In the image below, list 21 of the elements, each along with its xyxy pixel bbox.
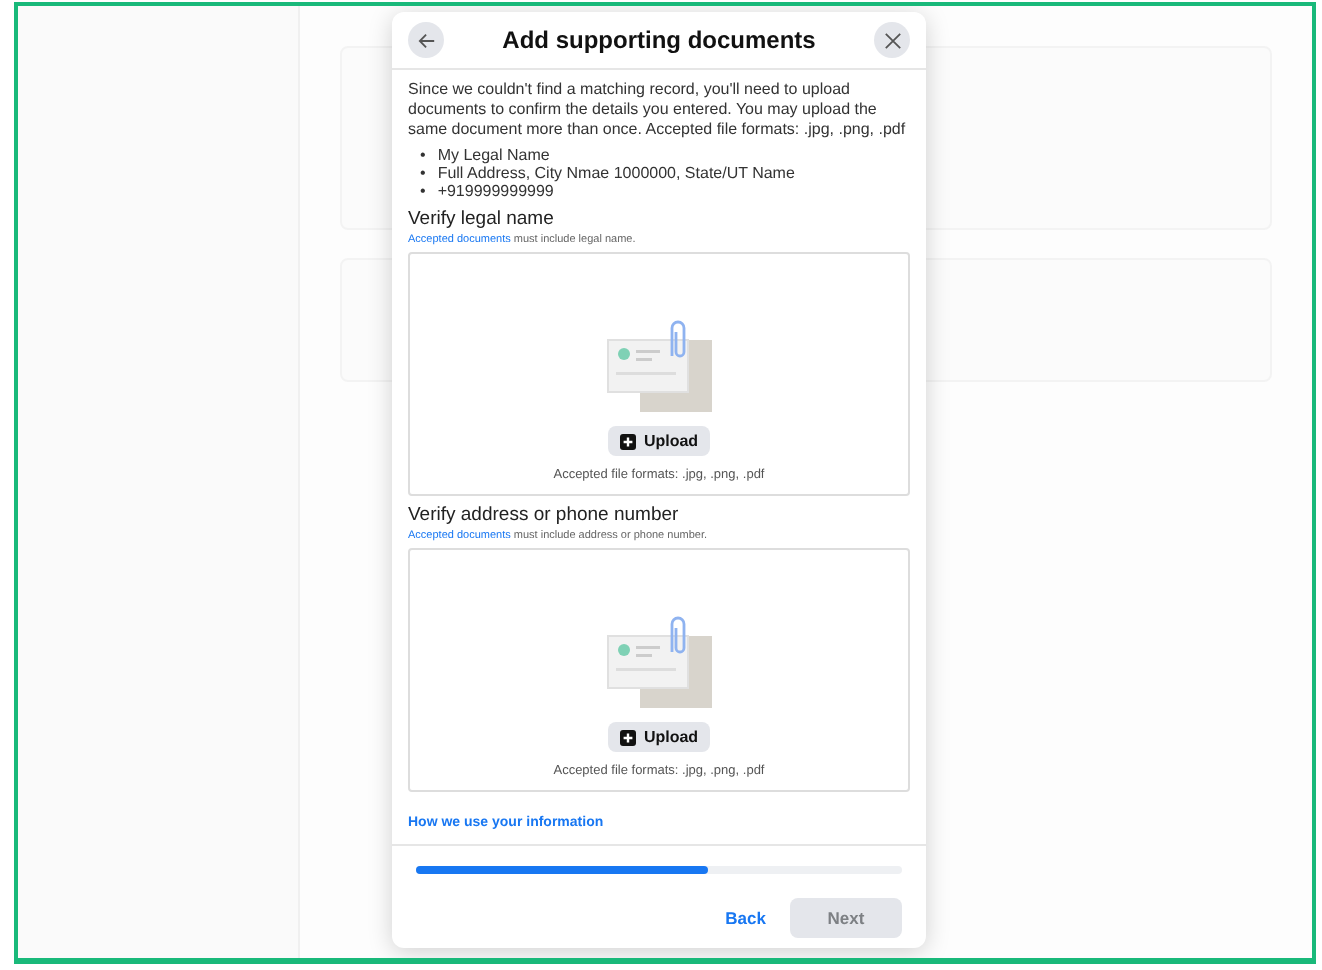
bullet-mark: • <box>420 182 426 200</box>
plus-icon <box>619 433 636 449</box>
close-button[interactable] <box>874 22 910 58</box>
bullet-mark: • <box>420 164 426 182</box>
detail-list-item: My Legal Name <box>437 146 550 164</box>
plus-icon <box>619 729 636 745</box>
back-button[interactable]: Back <box>725 898 766 938</box>
back-arrow-button[interactable] <box>408 22 444 58</box>
upload-button[interactable]: Upload <box>607 722 711 752</box>
close-icon <box>883 31 901 49</box>
dialog-title: Add supporting documents <box>502 26 816 54</box>
bullet-mark: • <box>420 146 426 164</box>
detail-list-item: Full Address, City Nmae 1000000, State/UT Name <box>437 164 795 182</box>
document-paperclip-illustration <box>603 616 715 708</box>
intro-text: Since we couldn't find a matching record, you'll need to upload documents to confirm the details you entered. You may upload the same document more than once. Accepted file formats: .jpg, .png, .pdf <box>408 80 908 140</box>
upload-button[interactable]: Upload <box>607 426 711 456</box>
document-paperclip-illustration <box>603 320 715 412</box>
detail-list-item: +919999999999 <box>437 182 554 200</box>
left-arrow-icon <box>417 31 435 49</box>
section-heading: Verify legal name <box>408 208 556 230</box>
section-heading: Verify address or phone number <box>408 504 681 526</box>
